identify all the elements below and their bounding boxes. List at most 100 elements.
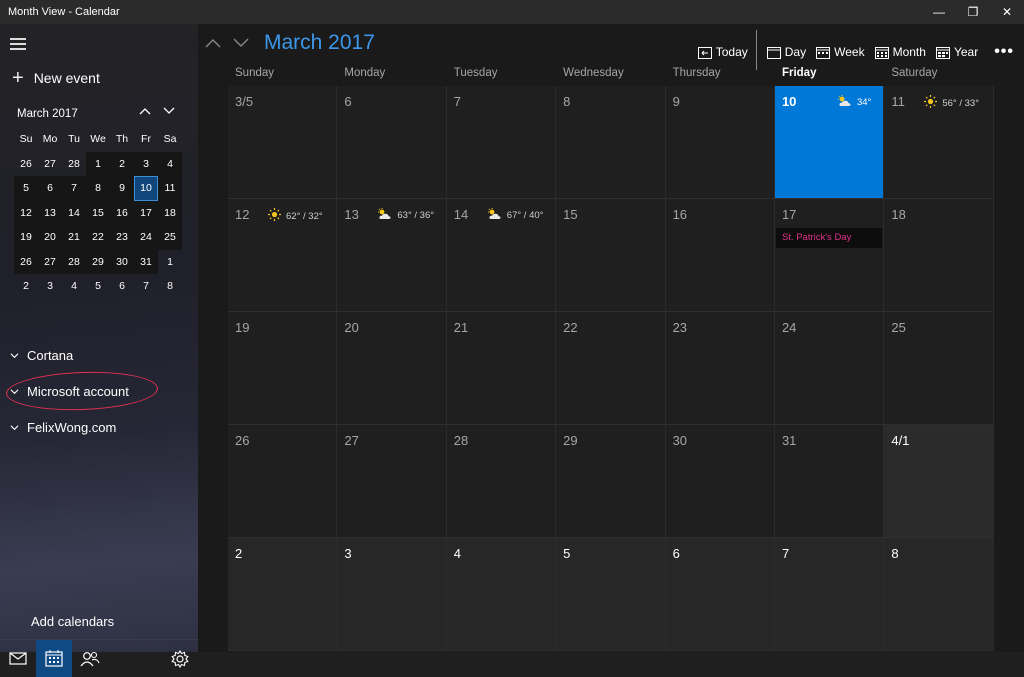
mini-calendar-day[interactable]: 29 (86, 249, 110, 274)
restore-button[interactable]: ❐ (956, 0, 990, 24)
mini-calendar-day[interactable]: 17 (134, 200, 158, 225)
mini-calendar-day[interactable]: 27 (38, 249, 62, 274)
mini-calendar-day[interactable]: 28 (62, 249, 86, 274)
week-view-button[interactable]: Week (816, 45, 865, 59)
calendar-icon[interactable] (36, 640, 72, 677)
day-cell[interactable]: 6 (337, 86, 447, 198)
mini-calendar-day[interactable]: 4 (158, 151, 182, 176)
mini-calendar-day[interactable]: 16 (110, 200, 134, 225)
day-cell[interactable]: 9 (665, 86, 775, 198)
day-cell[interactable]: 26 (228, 425, 338, 537)
day-cell[interactable]: 20 (337, 312, 447, 424)
mini-calendar-day[interactable]: 7 (62, 176, 86, 201)
mini-calendar-day[interactable]: 26 (14, 249, 38, 274)
today-button[interactable]: Today (697, 45, 748, 59)
mini-calendar-day[interactable]: 20 (38, 225, 62, 250)
mini-calendar-day[interactable]: 2 (110, 151, 134, 176)
more-options-icon[interactable]: ••• (994, 43, 1014, 61)
mini-calendar-day[interactable]: 6 (110, 274, 134, 299)
day-cell[interactable]: 31 (774, 425, 885, 537)
mini-calendar-day[interactable]: 19 (14, 225, 38, 250)
mini-calendar-day[interactable]: 8 (86, 176, 110, 201)
mini-calendar-day[interactable]: 15 (86, 200, 110, 225)
mini-calendar-day[interactable]: 5 (14, 176, 38, 201)
cortana-account[interactable]: Cortana (10, 348, 73, 363)
felixwong-account[interactable]: FelixWong.com (10, 420, 116, 435)
mini-calendar-day[interactable]: 10 (134, 176, 158, 201)
day-cell[interactable]: 16 (665, 199, 775, 311)
month-view-button[interactable]: Month (874, 45, 926, 59)
mini-calendar-day[interactable]: 1 (86, 151, 110, 176)
day-cell[interactable]: 30 (665, 425, 775, 537)
hamburger-menu-icon[interactable] (10, 38, 26, 50)
people-icon[interactable] (72, 640, 108, 677)
day-cell[interactable]: 11 56° / 33° (884, 86, 994, 198)
mini-calendar-day[interactable]: 9 (110, 176, 134, 201)
day-cell[interactable]: 19 (228, 312, 338, 424)
day-cell[interactable]: 7 (446, 86, 557, 198)
mini-calendar-day[interactable]: 24 (134, 225, 158, 250)
mini-calendar-day[interactable]: 22 (86, 225, 110, 250)
day-cell[interactable]: 17 St. Patrick's Day (774, 199, 885, 311)
day-cell[interactable]: 22 (556, 312, 666, 424)
minimize-button[interactable]: — (922, 0, 956, 24)
day-cell[interactable]: 4/1 (884, 425, 994, 537)
day-view-button[interactable]: Day (766, 45, 806, 59)
day-cell[interactable]: 2 (228, 538, 338, 650)
day-cell[interactable]: 10 34° (774, 86, 885, 198)
day-cell[interactable]: 23 (665, 312, 775, 424)
mini-calendar-day[interactable]: 30 (110, 249, 134, 274)
mini-calendar-prev-icon[interactable] (138, 104, 152, 118)
add-calendars-link[interactable]: Add calendars (31, 614, 114, 629)
day-cell[interactable]: 25 (884, 312, 994, 424)
mini-calendar-day[interactable]: 23 (110, 225, 134, 250)
day-cell[interactable]: 12 62° / 32° (228, 199, 338, 311)
day-cell[interactable]: 29 (556, 425, 666, 537)
mini-calendar-day[interactable]: 1 (158, 250, 182, 275)
next-month-icon[interactable] (232, 34, 250, 52)
mini-calendar-day[interactable]: 25 (158, 225, 182, 250)
mini-calendar-day[interactable]: 26 (14, 152, 38, 177)
day-cell[interactable]: 5 (556, 538, 666, 650)
close-button[interactable]: ✕ (990, 0, 1024, 24)
day-cell[interactable]: 28 (446, 425, 557, 537)
day-cell[interactable]: 14 67° / 40° (446, 199, 557, 311)
mini-calendar-day[interactable]: 3 (38, 274, 62, 299)
day-cell[interactable]: 27 (337, 425, 447, 537)
day-cell[interactable]: 3 (337, 538, 447, 650)
mini-calendar-day[interactable]: 27 (38, 152, 62, 177)
mini-calendar-next-icon[interactable] (162, 104, 176, 118)
mini-calendar-day[interactable]: 28 (62, 152, 86, 177)
day-cell[interactable]: 24 (774, 312, 885, 424)
mini-calendar-day[interactable]: 11 (158, 176, 182, 201)
year-view-button[interactable]: Year (935, 45, 978, 59)
microsoft-account[interactable]: Microsoft account (10, 384, 129, 399)
mini-calendar-day[interactable]: 31 (134, 249, 158, 274)
mini-calendar-day[interactable]: 2 (14, 274, 38, 299)
mini-calendar-day[interactable]: 3 (134, 151, 158, 176)
mini-calendar-day[interactable]: 13 (38, 200, 62, 225)
mini-calendar-day[interactable]: 7 (134, 274, 158, 299)
day-cell[interactable]: 15 (556, 199, 666, 311)
day-cell[interactable]: 18 (884, 199, 994, 311)
day-cell[interactable]: 4 (446, 538, 557, 650)
mail-icon[interactable] (0, 640, 36, 677)
mini-calendar-day[interactable]: 6 (38, 176, 62, 201)
new-event-button[interactable]: + New event (12, 68, 100, 88)
mini-calendar-day[interactable]: 12 (14, 200, 38, 225)
mini-calendar-day[interactable]: 18 (158, 200, 182, 225)
settings-icon[interactable] (162, 640, 198, 677)
day-cell[interactable]: 13 63° / 36° (337, 199, 447, 311)
mini-calendar-day[interactable]: 21 (62, 225, 86, 250)
mini-calendar-day[interactable]: 5 (86, 274, 110, 299)
day-cell[interactable]: 7 (774, 538, 885, 650)
event-item[interactable]: St. Patrick's Day (775, 228, 883, 248)
day-cell[interactable]: 6 (665, 538, 775, 650)
mini-calendar-day[interactable]: 8 (158, 274, 182, 299)
day-cell[interactable]: 21 (446, 312, 557, 424)
day-cell[interactable]: 8 (884, 538, 994, 650)
previous-month-icon[interactable] (204, 34, 222, 52)
month-title[interactable]: March 2017 (264, 31, 375, 55)
day-cell[interactable]: 8 (556, 86, 666, 198)
mini-calendar-day[interactable]: 4 (62, 274, 86, 299)
